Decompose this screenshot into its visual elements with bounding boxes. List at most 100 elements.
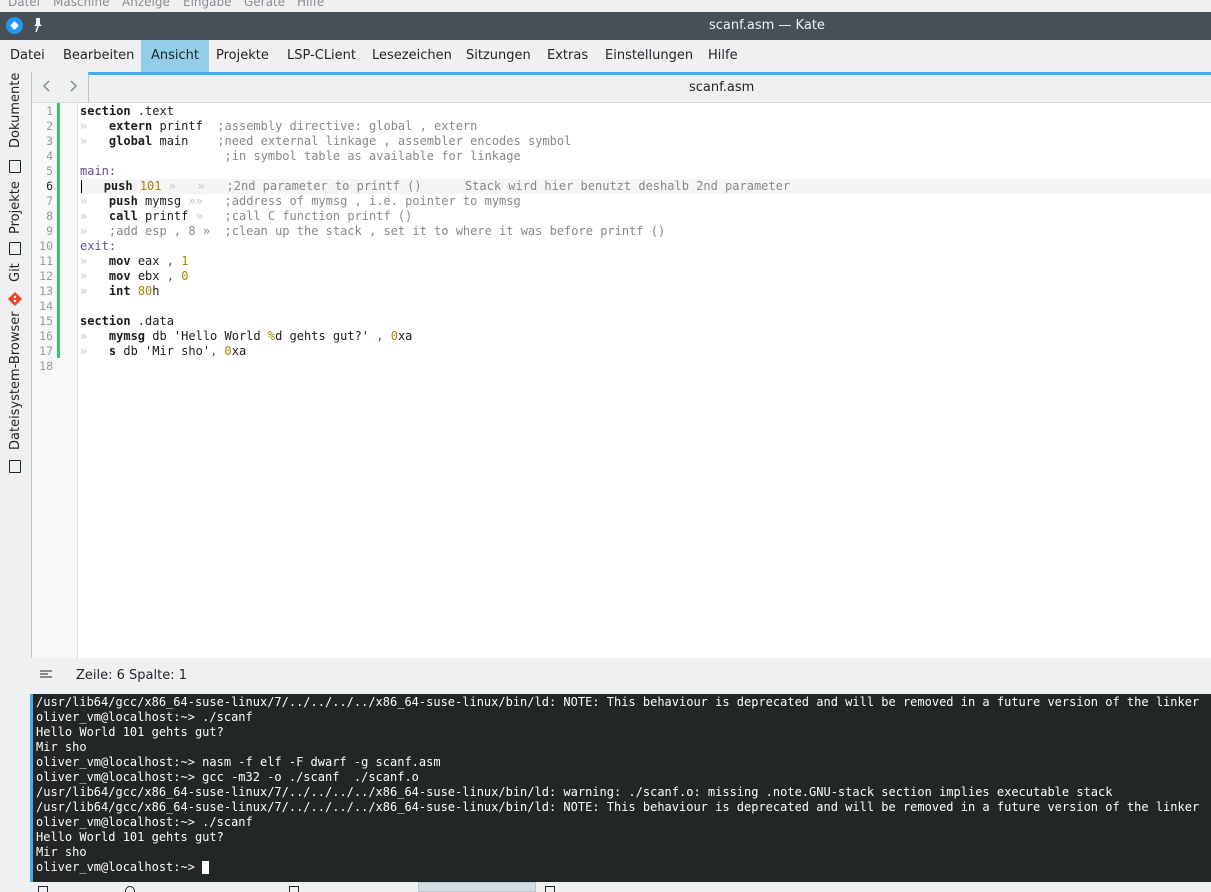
modified-lines-marker <box>57 103 60 358</box>
toolview-icon[interactable] <box>38 886 48 892</box>
document-icon <box>9 160 21 173</box>
sidebar-tab-projekte[interactable]: Projekte <box>0 176 30 256</box>
vm-host-menubar: Datei Maschine Anzeige Eingabe Geräte Hi… <box>0 0 1211 12</box>
window-title: scanf.asm — Kate <box>709 18 825 33</box>
line-number: 9 <box>46 224 53 238</box>
terminal-prompt: oliver_vm@localhost:~> <box>36 860 203 874</box>
vm-menu-eingabe[interactable]: Eingabe <box>183 0 232 9</box>
code-line-13: » int 80h <box>80 284 160 298</box>
line-number: 15 <box>39 314 53 328</box>
terminal-line: oliver_vm@localhost:~> ./scanf <box>36 815 253 829</box>
menu-sitzungen[interactable]: Sitzungen <box>456 40 541 72</box>
line-number: 1 <box>46 104 53 118</box>
code-line-2: » extern printf ;assembly directive: glo… <box>80 119 478 133</box>
menu-lesezeichen[interactable]: Lesezeichen <box>362 40 462 72</box>
code-line-3: » global main ;need external linkage , a… <box>80 134 572 148</box>
code-line-7: » push mymsg »» ;address of mymsg , i.e.… <box>80 194 521 208</box>
line-number: 16 <box>39 329 53 343</box>
code-line-8: » call printf » ;call C function printf … <box>80 209 413 223</box>
sidebar-tab-label: Dateisystem-Browser <box>8 311 23 450</box>
line-number: 12 <box>39 269 53 283</box>
sidebar-tab-label: Projekte <box>8 181 23 234</box>
code-line-12: » mov ebx , 0 <box>80 269 189 283</box>
vm-menu-datei[interactable]: Datei <box>8 0 40 9</box>
code-line-11: » mov eax , 1 <box>80 254 189 268</box>
code-editor[interactable]: 1 2 3 4 5 6 7 8 9 10 11 12 13 14 15 16 17 18 section .tex… <box>32 102 1211 659</box>
line-number: 6 <box>46 179 53 193</box>
code-line-10: exit: <box>80 239 117 253</box>
editor-tabbar: scanf.asm <box>32 72 1211 102</box>
code-line-4: ;in symbol table as available for linkag… <box>224 149 521 163</box>
menubar: Datei Bearbeiten Ansicht Projekte LSP-CL… <box>0 40 1211 72</box>
window-titlebar: scanf.asm — Kate <box>0 12 1211 40</box>
line-number: 7 <box>46 194 53 208</box>
editor-view: scanf.asm 1 2 3 4 5 6 7 8 9 10 11 12 13 14 15 16 17 18 se… <box>31 72 1211 659</box>
code-line-15: section .data <box>80 314 174 328</box>
sidebar-tab-label: Git <box>8 263 23 282</box>
line-number: 8 <box>46 209 53 223</box>
terminal-line: oliver_vm@localhost:~> ./scanf <box>36 710 253 724</box>
code-line-6: push 101 » » ;2nd parameter to printf ()… <box>80 179 1211 194</box>
terminal-line: Mir sho <box>36 740 87 754</box>
cursor-position[interactable]: Zeile: 6 Spalte: 1 <box>76 668 187 683</box>
terminal-panel[interactable]: /usr/lib64/gcc/x86_64-suse-linux/7/../..… <box>30 694 1211 882</box>
code-line-16: » mymsg db 'Hello World %d gehts gut?' ,… <box>80 329 413 343</box>
line-number: 13 <box>39 284 53 298</box>
sidebar-tab-git[interactable]: Git <box>0 256 30 306</box>
terminal-line: oliver_vm@localhost:~> gcc -m32 -o ./sca… <box>36 770 419 784</box>
code-line-9: » ;add esp , 8 » ;clean up the stack , s… <box>80 224 666 238</box>
code-line-17: » s db 'Mir sho', 0xa <box>80 344 247 358</box>
toolview-icon[interactable] <box>289 886 299 892</box>
line-number: 2 <box>46 119 53 133</box>
line-number: 11 <box>39 254 53 268</box>
terminal-line: /usr/lib64/gcc/x86_64-suse-linux/7/../..… <box>36 800 1200 814</box>
line-number: 10 <box>39 239 53 253</box>
git-icon <box>8 292 22 306</box>
terminal-line: /usr/lib64/gcc/x86_64-suse-linux/7/../..… <box>36 785 1113 799</box>
code-line-1: section .text <box>80 104 174 118</box>
sidebar-tab-dokumente[interactable]: Dokumente <box>0 72 30 176</box>
line-number: 17 <box>39 344 53 358</box>
tab-label: scanf.asm <box>689 80 755 95</box>
menu-extras[interactable]: Extras <box>537 40 598 72</box>
search-icon[interactable] <box>125 886 135 892</box>
vm-menu-geraete[interactable]: Geräte <box>244 0 285 9</box>
toolview-icon[interactable] <box>545 886 555 892</box>
terminal-line: Hello World 101 gehts gut? <box>36 830 224 844</box>
sidebar-tab-label: Dokumente <box>8 72 23 148</box>
menu-lines-icon[interactable] <box>40 670 52 680</box>
terminal-line: oliver_vm@localhost:~> nasm -f elf -F dw… <box>36 755 441 769</box>
chevron-right-icon[interactable] <box>66 78 80 94</box>
chevron-left-icon[interactable] <box>40 78 54 94</box>
terminal-cursor <box>202 861 210 874</box>
folder-icon <box>9 460 21 473</box>
line-number-gutter: 1 2 3 4 5 6 7 8 9 10 11 12 13 14 15 16 17 18 <box>32 103 78 659</box>
menu-lsp-client[interactable]: LSP-CLient <box>277 40 366 72</box>
terminal-line: Mir sho <box>36 845 87 859</box>
vm-menu-maschine[interactable]: Maschine <box>53 0 109 9</box>
terminal-line: /usr/lib64/gcc/x86_64-suse-linux/7/../..… <box>36 695 1200 709</box>
toolview-terminal-tab[interactable] <box>418 882 536 892</box>
line-number: 4 <box>46 149 53 163</box>
menu-projekte[interactable]: Projekte <box>206 40 279 72</box>
left-sidebar: Dokumente Projekte Git Dateisystem-Brows… <box>0 72 30 892</box>
terminal-line: Hello World 101 gehts gut? <box>36 725 224 739</box>
line-number: 5 <box>46 164 53 178</box>
vm-menu-anzeige[interactable]: Anzeige <box>122 0 170 9</box>
sidebar-tab-dateisystem-browser[interactable]: Dateisystem-Browser <box>0 306 30 476</box>
code-line-5: main: <box>80 164 117 178</box>
project-icon <box>9 242 21 255</box>
menu-datei[interactable]: Datei <box>0 40 55 72</box>
menu-ansicht[interactable]: Ansicht <box>141 40 210 72</box>
line-number: 3 <box>46 134 53 148</box>
bottom-toolview-bar <box>0 882 1211 892</box>
menu-einstellungen[interactable]: Einstellungen <box>595 40 703 72</box>
menu-bearbeiten[interactable]: Bearbeiten <box>53 40 144 72</box>
menu-hilfe[interactable]: Hilfe <box>698 40 748 72</box>
tab-scanf-asm[interactable]: scanf.asm <box>88 72 1211 102</box>
statusbar: Zeile: 6 Spalte: 1 <box>31 658 1211 694</box>
line-number: 14 <box>39 299 53 313</box>
terminal-prompt-line: oliver_vm@localhost:~> <box>36 860 210 875</box>
vm-menu-hilfe[interactable]: Hilfe <box>297 0 324 9</box>
